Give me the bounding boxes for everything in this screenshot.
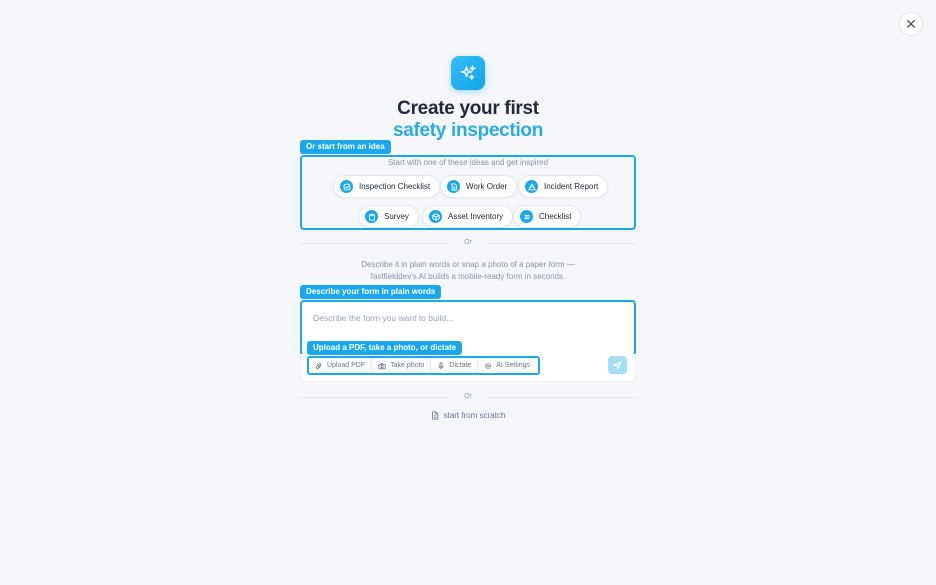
close-icon: ✕	[905, 16, 917, 32]
chip-checklist[interactable]: Checklist	[513, 205, 582, 228]
chip-survey[interactable]: Survey	[358, 205, 419, 228]
chip-inspection-checklist[interactable]: Inspection Checklist	[333, 175, 441, 198]
paperclip-icon	[315, 362, 322, 369]
upload-pdf-label: Upload PDF	[327, 362, 366, 369]
ideas-tag: Or start from an idea	[300, 140, 391, 154]
chip-label: Asset Inventory	[448, 212, 504, 221]
ai-settings-button[interactable]: AI Settings	[478, 358, 536, 373]
close-button[interactable]: ✕	[899, 12, 923, 36]
chip-label: Work Order	[466, 182, 508, 191]
warning-icon	[525, 180, 538, 193]
upload-tag: Upload a PDF, take a photo, or dictate	[307, 341, 463, 355]
chip-label: Incident Report	[544, 182, 599, 191]
box-icon	[429, 210, 442, 223]
chip-work-order[interactable]: Work Order	[440, 175, 518, 198]
page-title: Create your first	[397, 98, 539, 119]
take-photo-button[interactable]: Take photo	[372, 358, 432, 373]
chip-label: Checklist	[539, 212, 572, 221]
describe-placeholder: Describe the form you want to build...	[313, 313, 454, 323]
or-divider: Or	[300, 238, 636, 248]
upload-toolbar: Upload PDF Take photo Dictate AI Setting…	[307, 356, 540, 375]
dictate-button[interactable]: Dictate	[431, 358, 479, 373]
describe-tag: Describe your form in plain words	[300, 285, 442, 299]
file-icon	[431, 411, 438, 420]
gear-icon	[485, 362, 492, 369]
take-photo-label: Take photo	[390, 362, 425, 369]
microphone-icon	[438, 361, 444, 369]
chip-label: Survey	[384, 212, 409, 221]
checklist-icon	[340, 180, 353, 193]
page-title-accent: safety inspection	[392, 120, 544, 141]
list-icon	[520, 210, 533, 223]
camera-icon	[378, 362, 386, 369]
clipboard-icon	[365, 210, 378, 223]
upload-pdf-button[interactable]: Upload PDF	[309, 358, 373, 373]
document-icon	[447, 180, 460, 193]
chip-incident-report[interactable]: Incident Report	[518, 175, 609, 198]
app-logo	[451, 56, 485, 90]
send-icon	[613, 360, 622, 370]
description-line-1: Describe it in plain words or snap a pho…	[361, 260, 575, 269]
start-from-scratch-link[interactable]: start from scratch	[0, 411, 936, 420]
sparkles-icon	[460, 65, 476, 80]
description-line-2: fastfielddev's AI builds a mobile-ready …	[370, 272, 566, 281]
send-button[interactable]	[608, 356, 627, 374]
ideas-hint: Start with one of these ideas and get in…	[387, 158, 549, 167]
start-from-scratch-label: start from scratch	[443, 411, 506, 420]
ai-settings-label: AI Settings	[496, 362, 531, 369]
or-divider: Or	[300, 392, 636, 402]
chip-asset-inventory[interactable]: Asset Inventory	[422, 205, 514, 228]
dictate-label: Dictate	[449, 362, 472, 369]
chip-label: Inspection Checklist	[359, 182, 431, 191]
